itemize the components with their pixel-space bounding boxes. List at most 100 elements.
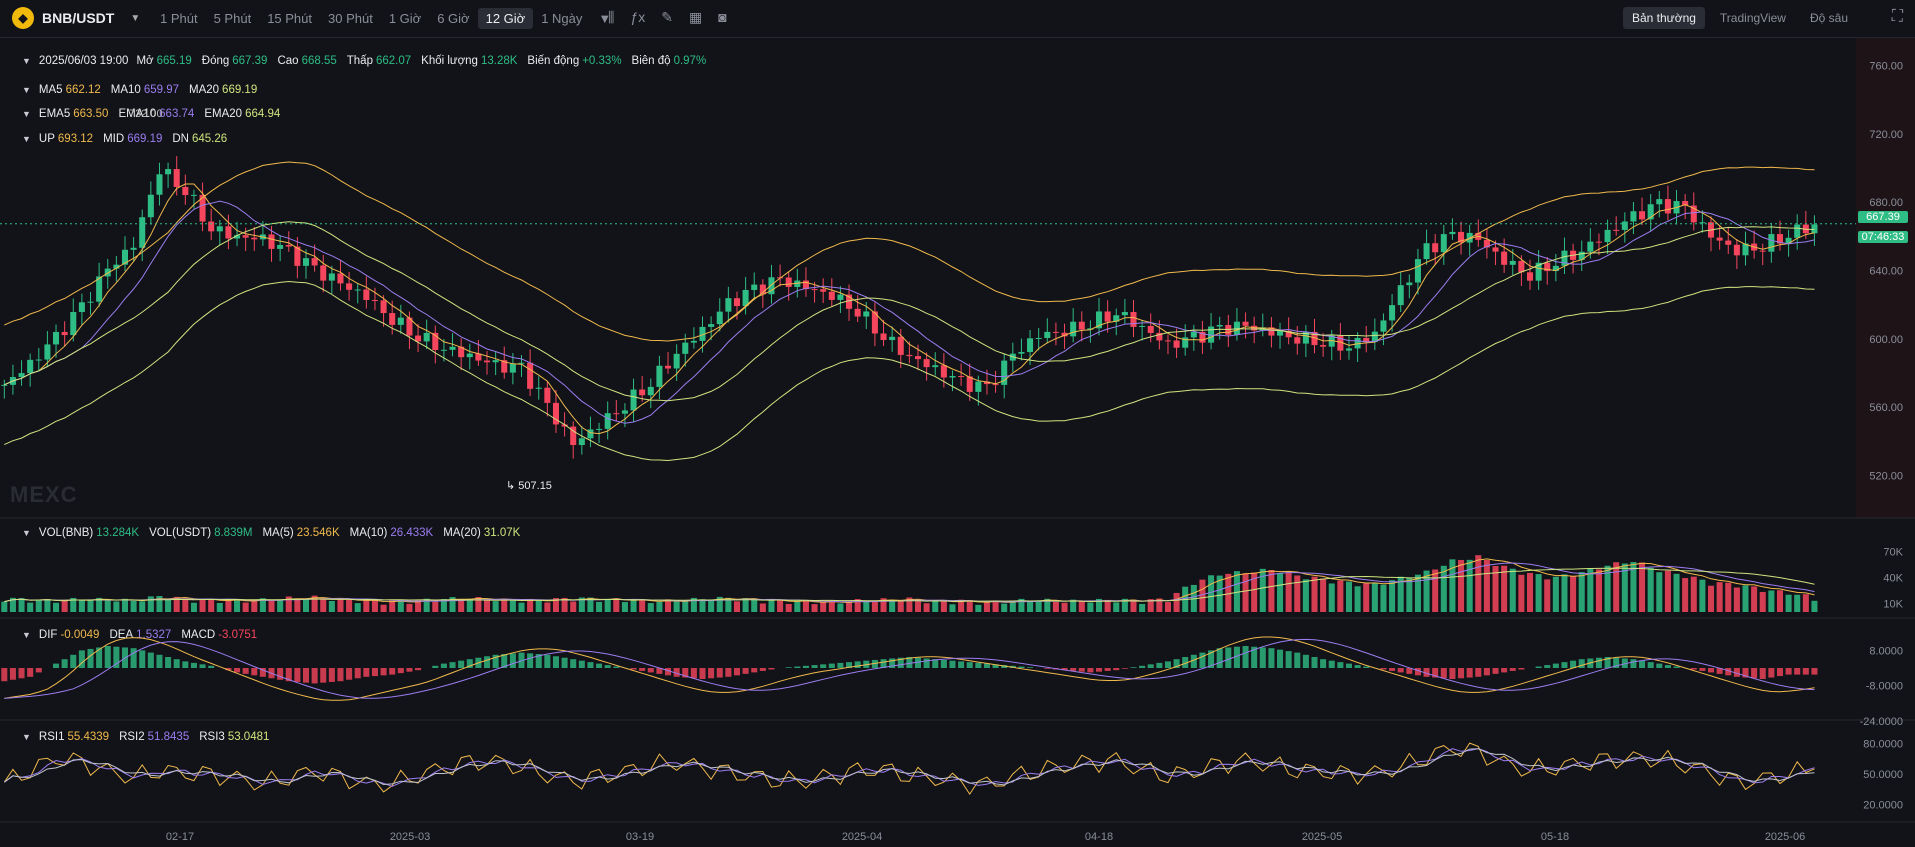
- volume-bar: [940, 600, 947, 612]
- price-tick-5: 560.00: [1869, 402, 1903, 414]
- candle-body: [1759, 250, 1766, 252]
- volume-bar: [277, 599, 284, 612]
- volume-bar: [27, 602, 34, 612]
- macd-histogram-bar: [432, 665, 439, 668]
- volume-bar: [121, 598, 129, 612]
- volume-bar: [1380, 584, 1387, 612]
- volume-bar: [130, 600, 137, 612]
- candle-body: [1423, 243, 1430, 260]
- macd-histogram-bar: [837, 662, 844, 668]
- macd-histogram-bar: [596, 663, 603, 668]
- candle-body: [665, 365, 672, 369]
- volume-bar: [302, 598, 310, 612]
- volume-bar: [61, 600, 68, 612]
- volume-bar: [1751, 586, 1758, 612]
- volume-bar: [337, 598, 344, 612]
- volume-bar: [621, 602, 628, 612]
- macd-histogram-bar: [440, 663, 447, 668]
- candle-body: [139, 217, 146, 248]
- macd-histogram-bar: [1337, 662, 1344, 668]
- macd-histogram-bar: [294, 668, 301, 682]
- candle-body: [1173, 340, 1180, 348]
- candle-body: [751, 284, 758, 290]
- volume-bar: [966, 600, 973, 612]
- candle-body: [380, 300, 387, 314]
- volume-bar: [1027, 601, 1034, 612]
- macd-histogram-bar: [302, 668, 310, 683]
- candle-body: [389, 313, 396, 325]
- volume-bar: [1526, 572, 1534, 612]
- x-tick-4: 04-18: [1085, 831, 1113, 843]
- candle-body: [1613, 229, 1620, 231]
- macd-histogram-bar: [1673, 666, 1680, 668]
- rsi-tick-2: 20.0000: [1863, 800, 1903, 812]
- candle-body: [1725, 240, 1732, 245]
- candle-body: [578, 438, 585, 446]
- volume-bar: [328, 600, 335, 612]
- macd-histogram-bar: [1509, 668, 1516, 671]
- candle-body: [1130, 311, 1137, 327]
- candle-body: [509, 363, 516, 373]
- candle-body: [1190, 331, 1197, 338]
- volume-bar: [242, 602, 249, 612]
- macd-histogram-bar: [199, 664, 206, 668]
- volume-bar: [251, 600, 258, 612]
- volume-bar: [1389, 580, 1396, 612]
- volume-bar: [1199, 579, 1206, 612]
- volume-bar: [1664, 570, 1671, 612]
- candle-body: [1526, 272, 1534, 281]
- volume-bar: [1139, 603, 1146, 612]
- macd-histogram-bar: [613, 666, 620, 668]
- chart-canvas[interactable]: 760.00 720.00 680.00 640.00 600.00 560.00 520.…: [0, 0, 1915, 847]
- macd-histogram-bar: [1578, 659, 1585, 668]
- x-tick-2: 03-19: [626, 831, 654, 843]
- macd-histogram-bar: [1130, 667, 1137, 668]
- candle-body: [216, 226, 223, 232]
- volume-bar: [914, 599, 922, 612]
- candle-body: [1595, 241, 1602, 243]
- volume-bar: [1285, 572, 1292, 612]
- macd-tick-0: 8.0000: [1869, 645, 1903, 657]
- volume-bar: [1104, 599, 1111, 612]
- dea-line: [4, 638, 1815, 699]
- volume-bar: [1052, 601, 1059, 612]
- candle-body: [1440, 234, 1447, 253]
- vol-ma10-line: [4, 562, 1815, 603]
- ma20-line: [4, 221, 1815, 402]
- macd-histogram-bar: [1121, 668, 1128, 669]
- candle-body: [604, 413, 611, 429]
- candle-body: [518, 362, 525, 364]
- volume-bar: [1682, 578, 1689, 612]
- macd-histogram-bar: [389, 668, 396, 675]
- volume-bar: [1035, 600, 1042, 612]
- volume-bar: [1432, 569, 1439, 612]
- macd-histogram-bar: [1320, 659, 1327, 668]
- macd-histogram-bar: [794, 666, 801, 668]
- candle-body: [1078, 321, 1085, 330]
- macd-histogram-bar: [311, 668, 318, 684]
- macd-histogram-bar: [509, 653, 516, 668]
- volume-bar: [1535, 574, 1542, 612]
- volume-bar: [1320, 578, 1327, 612]
- candle-body: [785, 277, 792, 287]
- volume-bar: [1363, 583, 1370, 612]
- macd-histogram-bar: [742, 668, 749, 674]
- macd-histogram-bar: [1639, 660, 1646, 668]
- candle-body: [863, 311, 870, 317]
- volume-bar: [828, 600, 835, 612]
- volume-tick-2: 10K: [1883, 598, 1903, 610]
- volume-bar: [113, 601, 120, 612]
- candle-body: [897, 336, 904, 355]
- macd-histogram-bar: [1277, 649, 1284, 668]
- candle-body: [940, 365, 947, 378]
- macd-histogram-bar: [87, 648, 94, 668]
- volume-bar: [53, 602, 60, 612]
- macd-histogram-bar: [949, 660, 956, 668]
- volume-bar: [871, 601, 878, 612]
- candle-body: [1139, 325, 1146, 327]
- macd-histogram-bar: [1518, 668, 1525, 670]
- volume-bar: [630, 600, 637, 612]
- candle-body: [1414, 259, 1421, 283]
- candle-body: [949, 375, 956, 378]
- candle-body: [1242, 321, 1249, 326]
